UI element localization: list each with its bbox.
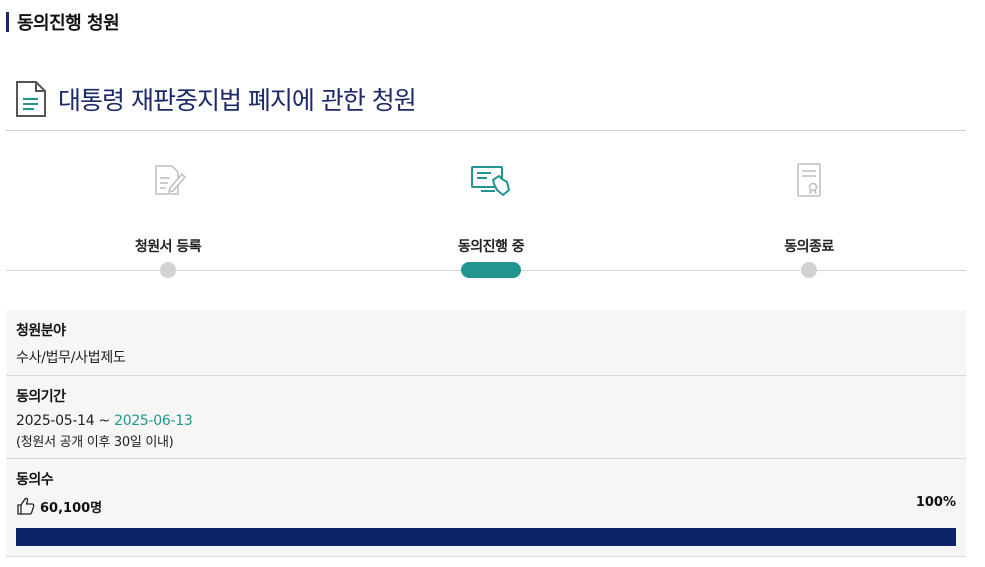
agree-count: 60,100명 xyxy=(40,500,103,516)
section-title: 동의진행 청원 xyxy=(17,13,120,34)
step-label-in-progress: 동의진행 중 xyxy=(457,239,525,255)
step-indicator-registration xyxy=(160,262,176,278)
period-label: 동의기간 xyxy=(16,389,66,405)
step-registration: 청원서 등록 xyxy=(68,160,268,256)
period-end: 2025-06-13 xyxy=(114,413,193,429)
info-row-period: 동의기간 2025-05-14 ~ 2025-06-13 (청원서 공개 이후 … xyxy=(6,376,966,459)
period-value: 2025-05-14 ~ 2025-06-13 xyxy=(16,413,956,429)
certificate-icon xyxy=(797,163,821,197)
progress-percent: 100% xyxy=(915,495,956,510)
title-divider xyxy=(6,130,966,131)
info-row-field: 청원분야 수사/법무/사법제도 xyxy=(6,310,966,376)
period-start: 2025-05-14 xyxy=(16,413,95,429)
step-label-registration: 청원서 등록 xyxy=(134,239,202,255)
petition-header: 대통령 재판중지법 폐지에 관한 청원 xyxy=(14,80,417,118)
progress-bar-fill xyxy=(16,528,956,546)
info-row-count: 동의수 60,100명 100% xyxy=(6,459,966,557)
step-indicator-closed xyxy=(801,262,817,278)
petition-info-panel: 청원분야 수사/법무/사법제도 동의기간 2025-05-14 ~ 2025-0… xyxy=(6,310,966,557)
progress-bar xyxy=(16,528,956,546)
section-header: 동의진행 청원 xyxy=(6,10,120,34)
step-label-closed: 동의종료 xyxy=(784,239,834,255)
section-accent-bar xyxy=(6,12,9,32)
document-icon xyxy=(16,81,46,117)
field-value: 수사/법무/사법제도 xyxy=(16,350,126,366)
computer-hand-icon xyxy=(471,166,510,196)
count-label: 동의수 xyxy=(16,472,54,488)
period-note: (청원서 공개 이후 30일 이내) xyxy=(16,435,174,450)
period-separator: ~ xyxy=(94,413,115,429)
count-line: 60,100명 xyxy=(16,496,956,516)
field-label: 청원분야 xyxy=(16,323,66,339)
step-closed: 동의종료 xyxy=(709,160,909,256)
step-indicator-in-progress xyxy=(461,262,521,278)
petition-title: 대통령 재판중지법 폐지에 관한 청원 xyxy=(58,86,417,115)
thumbs-up-icon xyxy=(17,497,35,515)
edit-document-icon xyxy=(155,165,187,195)
step-in-progress: 동의진행 중 xyxy=(391,160,591,256)
